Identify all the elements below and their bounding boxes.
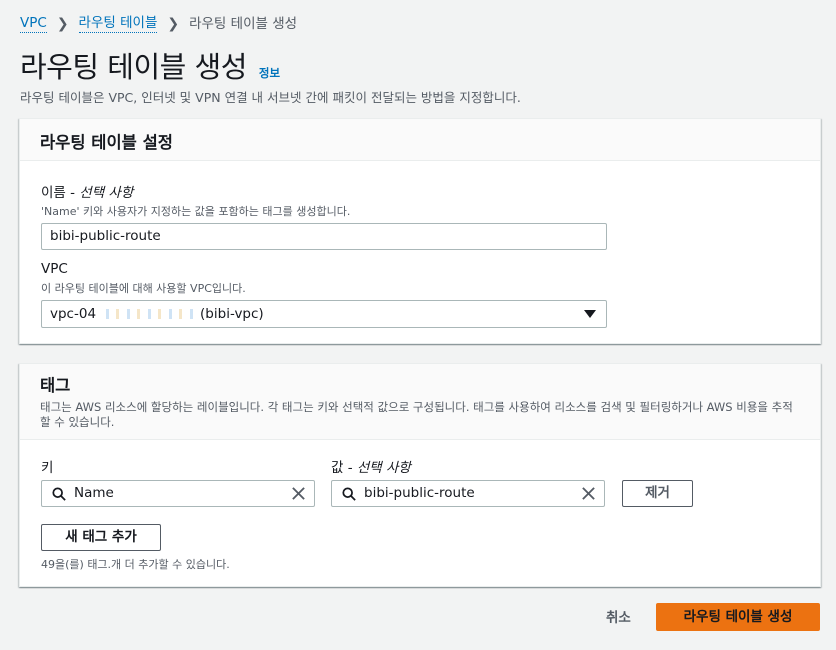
remove-tag-button[interactable]: 제거 <box>622 480 693 507</box>
tags-description: 태그는 AWS 리소스에 할당하는 레이블입니다. 각 태그는 키와 선택적 값… <box>40 400 793 429</box>
create-route-table-button[interactable]: 라우팅 테이블 생성 <box>656 603 820 631</box>
optional-label: 선택 사항 <box>79 185 134 201</box>
redacted-id <box>98 309 199 319</box>
vpc-id-prefix: vpc-04 <box>50 306 97 322</box>
optional-label: 선택 사항 <box>356 460 411 476</box>
panel-title: 라우팅 테이블 설정 <box>40 133 173 152</box>
tag-value-value: bibi-public-route <box>364 485 475 501</box>
tags-panel: 태그 태그는 AWS 리소스에 할당하는 레이블입니다. 각 태그는 키와 선택… <box>19 363 821 587</box>
route-table-settings-panel: 라우팅 테이블 설정 이름 - 선택 사항 'Name' 키와 사용자가 지정하… <box>19 118 821 344</box>
breadcrumb-current: 라우팅 테이블 생성 <box>189 15 298 32</box>
search-icon <box>52 487 66 501</box>
close-icon[interactable] <box>291 486 306 501</box>
vpc-name: (bibi-vpc) <box>200 306 264 322</box>
tag-key-input[interactable]: Name <box>41 480 315 507</box>
vpc-field-description: 이 라우팅 테이블에 대해 사용할 VPC입니다. <box>41 282 246 295</box>
panel-title: 태그 <box>40 376 71 395</box>
breadcrumb-vpc-link[interactable]: VPC <box>20 14 47 33</box>
name-field-label: 이름 - 선택 사항 <box>41 181 133 201</box>
add-tag-button[interactable]: 새 태그 추가 <box>41 524 161 551</box>
search-icon <box>342 487 356 501</box>
tag-value-input[interactable]: bibi-public-route <box>331 480 605 507</box>
close-icon[interactable] <box>581 486 596 501</box>
chevron-right-icon: ❯ <box>167 15 180 32</box>
page-title: 라우팅 테이블 생성 <box>20 50 247 84</box>
page-description: 라우팅 테이블은 VPC, 인터넷 및 VPN 연결 내 서브넷 간에 패킷이 … <box>20 90 521 105</box>
name-input[interactable]: bibi-public-route <box>41 223 607 250</box>
value-label-text: 값 - <box>331 460 357 476</box>
breadcrumb: VPC ❯ 라우팅 테이블 ❯ 라우팅 테이블 생성 <box>20 14 297 33</box>
tag-key-label: 키 <box>41 460 54 476</box>
cancel-button[interactable]: 취소 <box>606 606 631 626</box>
page-header: 라우팅 테이블 생성 정보 <box>20 44 280 86</box>
breadcrumb-route-tables-link[interactable]: 라우팅 테이블 <box>78 14 158 33</box>
tag-value-label: 값 - 선택 사항 <box>331 456 411 476</box>
tags-remaining-text: 49을(를) 태그.개 더 추가할 수 있습니다. <box>41 558 230 571</box>
tag-key-value: Name <box>74 485 114 501</box>
vpc-field-label: VPC <box>41 261 68 277</box>
panel-header: 태그 태그는 AWS 리소스에 할당하는 레이블입니다. 각 태그는 키와 선택… <box>20 364 820 440</box>
caret-down-icon <box>584 310 596 318</box>
info-link[interactable]: 정보 <box>259 65 280 81</box>
name-label-text: 이름 - <box>41 185 80 201</box>
chevron-right-icon: ❯ <box>56 15 69 32</box>
panel-header: 라우팅 테이블 설정 <box>20 119 820 161</box>
vpc-select[interactable]: vpc-04 (bibi-vpc) <box>41 300 607 328</box>
name-field-description: 'Name' 키와 사용자가 지정하는 값을 포함하는 태그를 생성합니다. <box>41 205 351 218</box>
